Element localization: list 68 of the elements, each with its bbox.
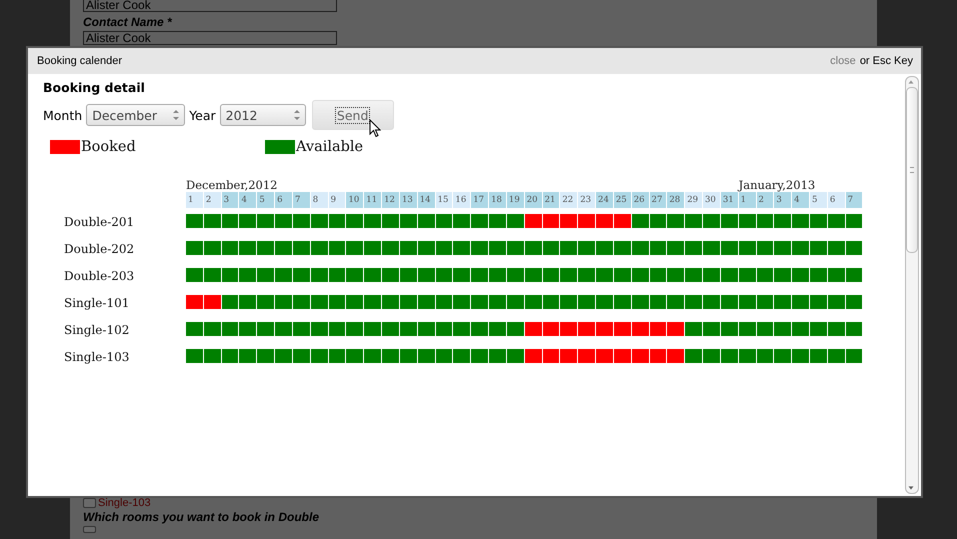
day-header: 2 (756, 192, 774, 208)
month-select[interactable]: December (86, 104, 186, 126)
day-header: 13 (400, 192, 417, 208)
day-header: 3 (222, 192, 238, 208)
room-name: Double-202 (64, 242, 136, 256)
day-header: 10 (346, 192, 364, 208)
day-header: 18 (489, 192, 506, 208)
day-header: 20 (524, 192, 542, 208)
day-header: 6 (275, 192, 292, 208)
name-field[interactable]: Alister Cook (83, 0, 337, 12)
room-checkbox[interactable] (83, 498, 96, 508)
contact-name-label: Contact Name * (83, 15, 172, 29)
legend-label: Available (296, 139, 364, 155)
day-header: 8 (310, 192, 328, 208)
day-header: 1 (186, 192, 203, 208)
room-name: Single-102 (64, 322, 130, 336)
room-name: Single-101 (64, 296, 130, 310)
day-header: 22 (560, 192, 578, 208)
day-header: 24 (596, 192, 613, 208)
spinner-arrows-icon (172, 108, 180, 122)
day-header: 25 (614, 192, 631, 208)
day-header: 14 (418, 192, 435, 208)
room-checkbox[interactable] (83, 526, 96, 533)
month-label: Month (43, 108, 82, 122)
day-header: 12 (382, 192, 399, 208)
day-header: 4 (239, 192, 256, 208)
day-header: 29 (685, 192, 702, 208)
day-header: 1 (738, 192, 756, 208)
spinner-arrows-icon (292, 108, 301, 122)
day-header: 2 (204, 192, 221, 208)
day-header: 26 (632, 192, 649, 208)
day-header: 15 (436, 192, 452, 208)
close-link[interactable]: close (830, 55, 856, 67)
scrollbar[interactable] (905, 76, 919, 494)
booking-detail-heading: Booking detail (43, 80, 146, 95)
day-header: 17 (471, 192, 488, 208)
day-header: 19 (506, 192, 524, 208)
day-header: 31 (720, 192, 738, 208)
esc-key-hint: or Esc Key (860, 55, 913, 67)
month-heading: December,2012 (186, 178, 279, 192)
dialog-title: Booking calender (37, 55, 122, 67)
month-heading: January,2013 (738, 178, 816, 192)
day-header: 6 (828, 192, 845, 208)
day-header: 5 (257, 192, 274, 208)
contact-name-field[interactable]: Alister Cook (83, 31, 337, 45)
day-header: 5 (810, 192, 827, 208)
room-option-label: Single-103 (98, 497, 151, 509)
day-header: 9 (328, 192, 346, 208)
day-header: 28 (667, 192, 684, 208)
cursor-icon (369, 119, 381, 138)
day-header: 7 (292, 192, 310, 208)
day-header: 16 (453, 192, 470, 208)
day-header: 4 (792, 192, 809, 208)
day-header: 3 (774, 192, 792, 208)
day-header: 30 (703, 192, 720, 208)
room-name: Double-203 (64, 268, 136, 282)
year-select[interactable]: 2012 (220, 104, 306, 126)
day-header: 11 (364, 192, 382, 208)
room-name: Double-201 (64, 214, 136, 228)
year-label: Year (189, 108, 216, 122)
day-header: 27 (650, 192, 666, 208)
day-header: 23 (578, 192, 596, 208)
day-header: 21 (542, 192, 560, 208)
send-button[interactable]: Send (312, 100, 394, 130)
double-rooms-question: Which rooms you want to book in Double (83, 510, 319, 524)
room-name: Single-103 (64, 350, 130, 364)
legend-label: Booked (81, 139, 136, 155)
day-header: 7 (846, 192, 862, 208)
